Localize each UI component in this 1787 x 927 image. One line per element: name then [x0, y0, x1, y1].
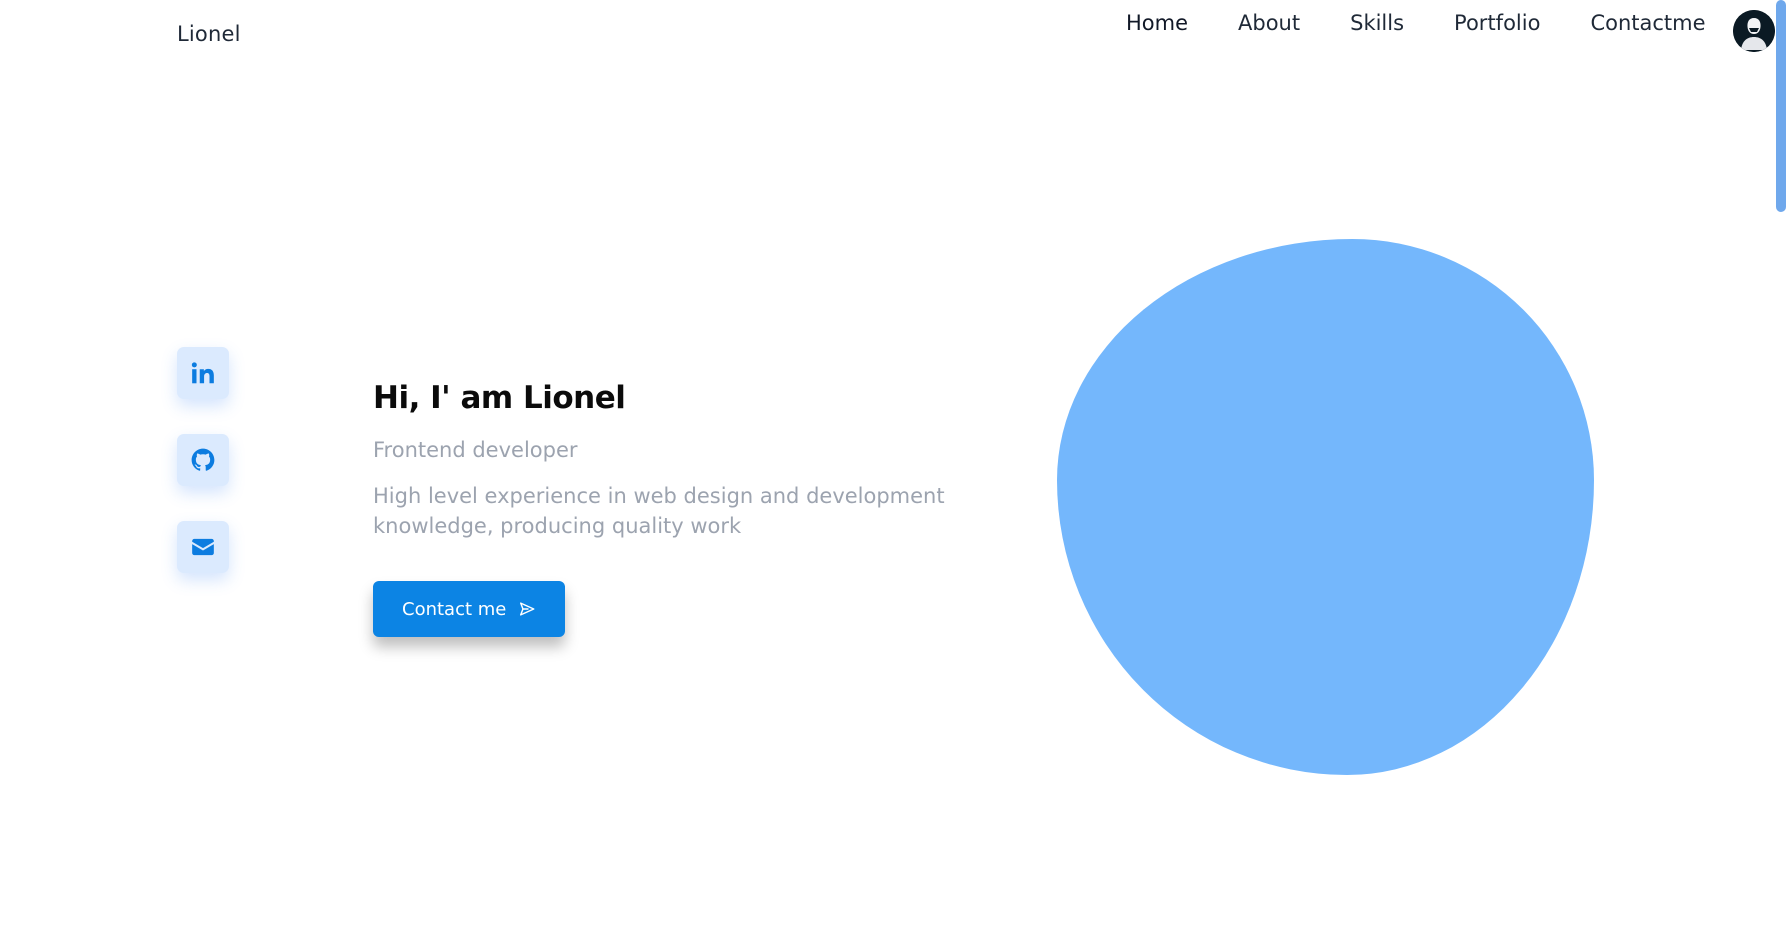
nav-skills[interactable]: Skills	[1350, 11, 1404, 35]
mail-button[interactable]	[177, 521, 229, 573]
contact-me-label: Contact me	[402, 598, 507, 620]
social-links	[177, 347, 229, 608]
hero-subtitle: Frontend developer	[373, 438, 578, 462]
linkedin-button[interactable]	[177, 347, 229, 399]
page: Lionel Home About Skills Portfolio Conta…	[0, 0, 1787, 927]
page-scrollbar[interactable]	[1775, 0, 1787, 927]
avatar[interactable]	[1733, 10, 1775, 52]
nav-contactme[interactable]: Contactme	[1590, 11, 1705, 35]
send-icon	[518, 600, 536, 618]
hero-blob-image	[1057, 239, 1594, 775]
contact-me-button[interactable]: Contact me	[373, 581, 566, 637]
nav-about[interactable]: About	[1238, 11, 1300, 35]
main-nav: Home About Skills Portfolio Contactme	[1126, 11, 1756, 35]
avatar-icon	[1733, 10, 1775, 52]
hero-title: Hi, I' am Lionel	[373, 380, 626, 416]
hero-description: High level experience in web design and …	[373, 484, 945, 538]
github-icon	[191, 448, 215, 471]
linkedin-icon	[191, 362, 214, 384]
scrollbar-thumb[interactable]	[1776, 0, 1786, 212]
nav-home[interactable]: Home	[1126, 11, 1188, 35]
hero-section: Hi, I' am Lionel Frontend developer High…	[373, 380, 1053, 637]
mail-icon	[192, 538, 214, 556]
nav-portfolio[interactable]: Portfolio	[1454, 11, 1540, 35]
site-logo[interactable]: Lionel	[177, 22, 241, 46]
github-button[interactable]	[177, 434, 229, 486]
